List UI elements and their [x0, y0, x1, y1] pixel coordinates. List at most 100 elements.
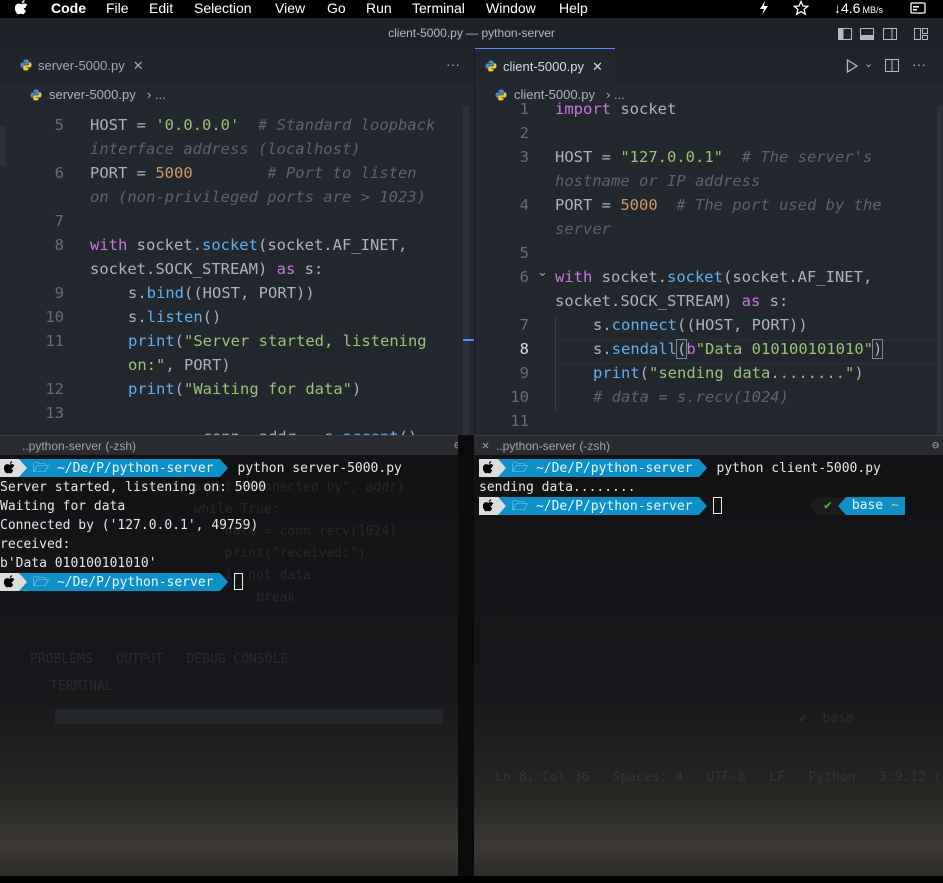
line-number: 7 [54, 212, 64, 230]
code-line: s.sendall(b"Data 010100101010") [593, 339, 884, 359]
run-icon[interactable] [846, 58, 859, 78]
apple-icon [479, 497, 498, 515]
terminal-cursor [233, 573, 243, 590]
prompt-path: ~/De/P/python-server [535, 461, 693, 476]
right-terminal-window: ..python-server (-zsh) ✕ ⊖ ✔ base Ln 8, … [474, 435, 943, 883]
toggle-sidebar-icon[interactable] [838, 27, 852, 45]
line-number: 1 [519, 100, 529, 118]
line-number: 9 [54, 284, 64, 302]
window-gap [458, 435, 474, 883]
code-line: conn, addr = s.accept() [128, 428, 418, 435]
code-line: on (non-privileged ports are > 1023) [90, 188, 426, 206]
apple-icon[interactable] [14, 0, 28, 19]
window-title: client-5000.py — python-server [0, 18, 943, 48]
code-line: socket.SOCK_STREAM) as s: [555, 292, 789, 310]
code-line: with socket.socket(socket.AF_INET, [90, 236, 408, 254]
customize-layout-icon[interactable] [914, 27, 928, 45]
menu-terminal[interactable]: Terminal [412, 0, 465, 17]
apple-icon [0, 573, 19, 591]
code-line: s.listen() [128, 308, 222, 326]
tab-client-5000[interactable]: client-5000.py ✕ [475, 48, 615, 84]
star-icon[interactable] [792, 0, 810, 20]
line-number: 9 [519, 364, 529, 382]
menu-go[interactable]: Go [327, 0, 346, 17]
breadcrumb-symbol[interactable]: › ... [147, 84, 166, 106]
line-number: 10 [510, 388, 529, 406]
right-scrollbar[interactable] [937, 106, 943, 435]
code-line: on:", PORT) [128, 356, 231, 374]
terminal-body[interactable]: print("Connected by", addr) while True: … [0, 455, 458, 883]
prompt-line: 🗁 ~/De/P/python-server [0, 573, 243, 592]
close-icon[interactable]: ✕ [592, 59, 603, 74]
terminal-body[interactable]: ✔ base Ln 8, Col 36 Spaces: 4 UTF-8 LF P… [474, 455, 943, 883]
output-line: Connected by ('127.0.0.1', 49759) [0, 518, 259, 533]
prompt-path: ~/De/P/python-server [535, 499, 693, 514]
output-line: b'Data 010100101010' [0, 556, 157, 571]
split-editor-icon[interactable] [885, 59, 899, 77]
fold-chevron-icon[interactable]: ⌄ [537, 265, 548, 280]
terminal-options-icon[interactable]: ⊖ [932, 438, 939, 452]
tab-server-5000[interactable]: server-5000.py ✕ [10, 48, 156, 84]
menu-help[interactable]: Help [559, 0, 588, 17]
right-code-area[interactable]: 1 2 3 4 5 6 7 8 9 10 11 ⌄ import socket … [475, 100, 943, 435]
apple-icon [479, 459, 498, 477]
command-text: python client-5000.py [716, 461, 881, 476]
tab-label: server-5000.py [38, 58, 125, 73]
net-speed-value: ↓4.6 [834, 0, 861, 16]
code-line: PORT = 5000 # The port used by the [555, 196, 882, 214]
output-line: sending data........ [479, 480, 636, 495]
menu-file[interactable]: File [106, 0, 129, 17]
folder-icon: 🗁 [33, 461, 50, 476]
toggle-secondary-sidebar-icon[interactable] [883, 27, 897, 45]
left-code-area[interactable]: 5 6 7 8 9 10 11 12 13 HOST = '0.0.0.0' #… [0, 106, 474, 435]
menu-view[interactable]: View [275, 0, 305, 17]
menu-bar: Code File Edit Selection View Go Run Ter… [0, 0, 943, 18]
python-file-icon [20, 59, 32, 71]
breadcrumb-file[interactable]: server-5000.py [49, 84, 136, 106]
code-line: print("Server started, listening [128, 332, 427, 350]
line-number: 13 [45, 404, 64, 422]
breadcrumb: server-5000.py › ... [0, 84, 474, 106]
code-line: HOST = "127.0.0.1" # The server's [555, 148, 873, 166]
python-file-icon [485, 60, 497, 72]
left-tab-bar: server-5000.py ✕ ··· [0, 48, 474, 84]
right-editor: client-5000.py ✕ ⌄ ··· client-5000.py › .… [475, 48, 943, 435]
conda-env: base [851, 498, 884, 513]
code-line: print("Waiting for data") [128, 380, 362, 398]
code-line: print("sending data........") [593, 364, 864, 382]
line-number: 10 [45, 308, 64, 326]
right-tab-bar: client-5000.py ✕ ⌄ ··· [475, 48, 943, 84]
net-speed-unit: MB/s [862, 5, 883, 15]
close-icon[interactable]: ✕ [482, 438, 489, 452]
terminal-title: ..python-server (-zsh) [0, 435, 458, 455]
menu-selection[interactable]: Selection [194, 0, 252, 17]
prompt-path: ~/De/P/python-server [56, 575, 214, 590]
app-menu-code[interactable]: Code [51, 0, 86, 17]
menu-window[interactable]: Window [486, 0, 536, 17]
chevron-down-icon[interactable]: ⌄ [864, 57, 873, 70]
menu-run[interactable]: Run [366, 0, 392, 17]
output-line: Server started, listening on: 5000 [0, 480, 267, 495]
gutter-marker [0, 126, 6, 166]
close-icon[interactable]: ✕ [133, 58, 144, 73]
network-speed: ↓4.6 MB/s [834, 0, 883, 19]
terminal-cursor [712, 497, 722, 514]
command-text: python server-5000.py [237, 461, 402, 476]
left-terminal-window: ..python-server (-zsh) ⊖ print("Connecte… [0, 435, 458, 883]
more-actions-icon[interactable]: ··· [912, 56, 926, 72]
output-line: Waiting for data [0, 499, 126, 514]
output-line: received: [0, 537, 71, 552]
line-number: 2 [519, 124, 529, 142]
code-line: # data = s.recv(1024) [593, 388, 789, 406]
status-check: ✔ [818, 497, 838, 515]
left-scrollbar[interactable] [463, 106, 469, 435]
menu-edit[interactable]: Edit [149, 0, 173, 17]
toggle-panel-icon[interactable] [860, 27, 874, 45]
sync-icon[interactable] [757, 0, 771, 20]
python-snake-icon: ~ [890, 498, 899, 513]
line-number: 11 [45, 332, 64, 350]
tab-label: client-5000.py [503, 59, 584, 74]
display-icon[interactable] [910, 1, 926, 19]
prompt-line: 🗁 ~/De/P/python-server python client-5000… [479, 459, 881, 478]
more-actions-icon[interactable]: ··· [446, 56, 460, 72]
